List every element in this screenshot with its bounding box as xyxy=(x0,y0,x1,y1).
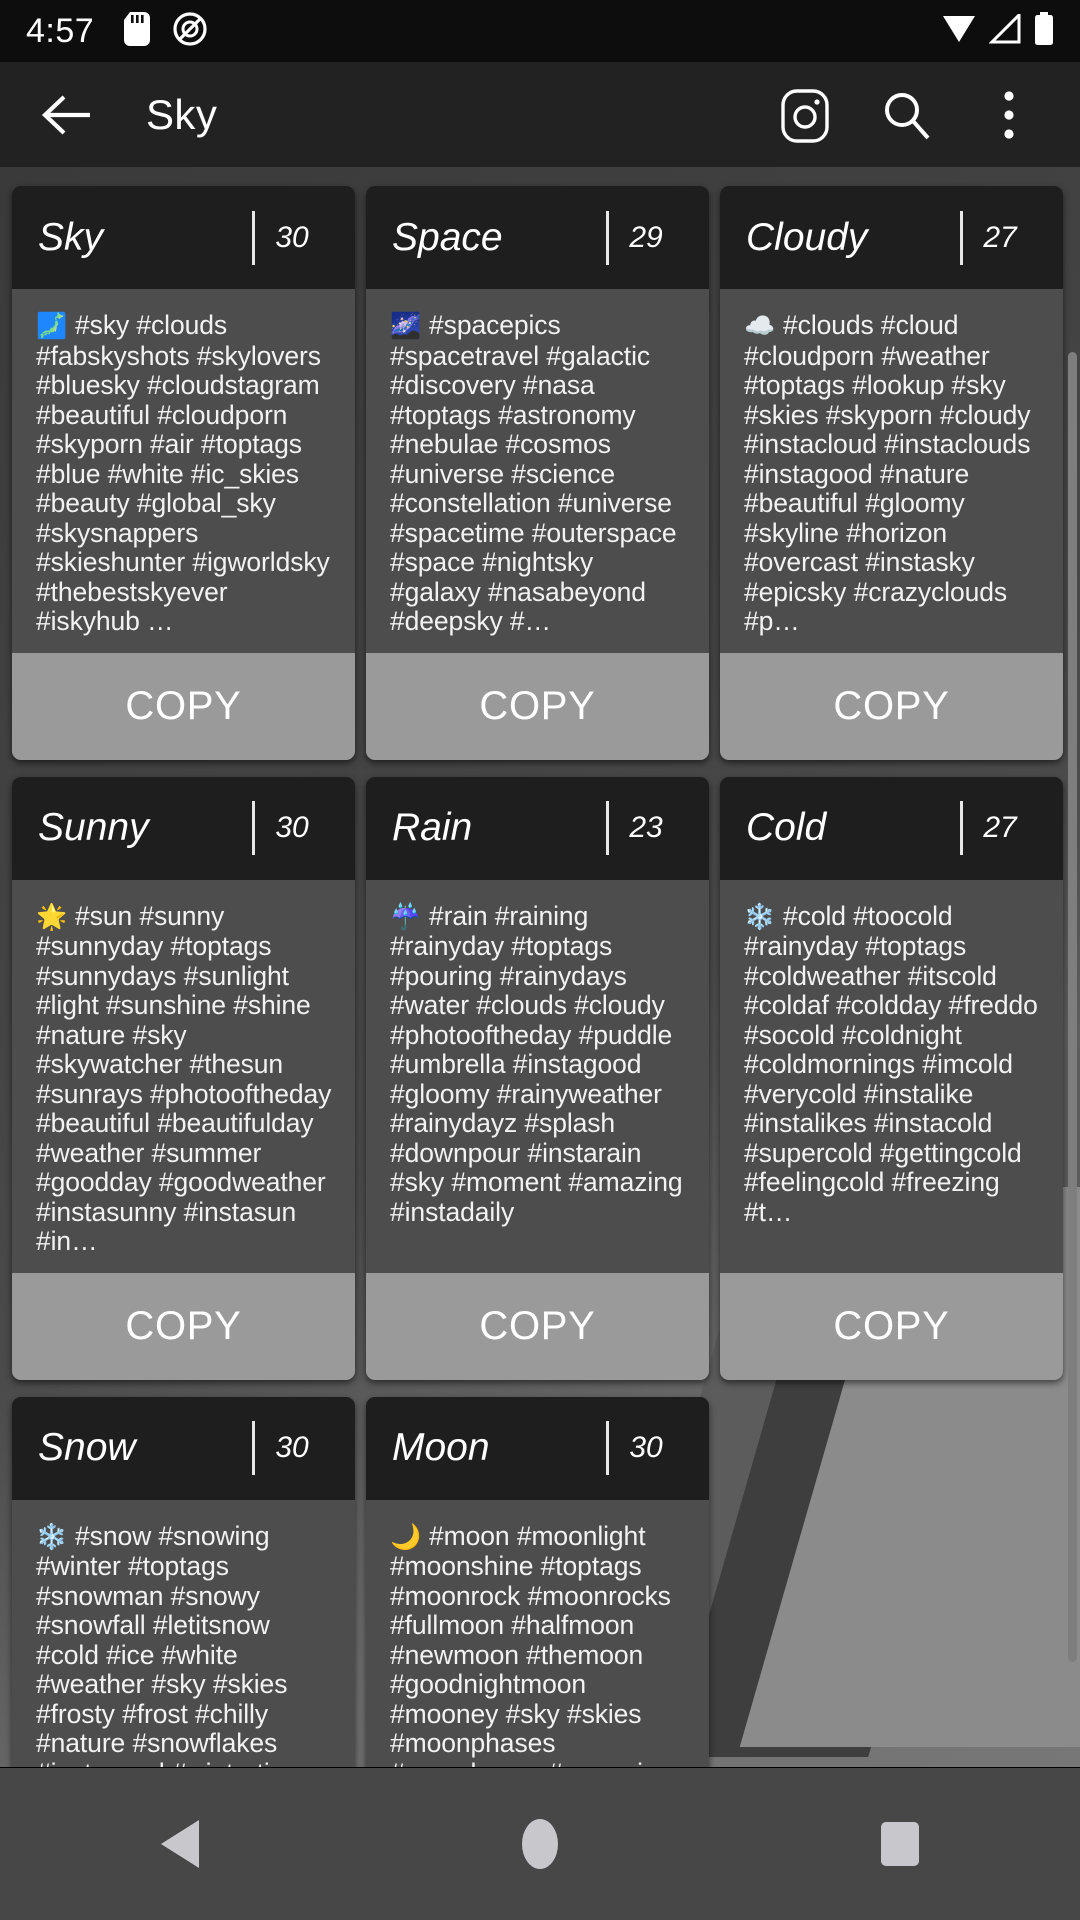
vertical-scrollbar[interactable] xyxy=(1068,352,1077,1662)
card-tags-text: #snow #snowing #winter #toptags #snowman… xyxy=(36,1520,306,1767)
hashtag-card[interactable]: Space 29 🌌 #spacepics #spacetravel #galacti… xyxy=(366,186,709,760)
search-icon[interactable] xyxy=(878,86,936,144)
cellular-signal-icon xyxy=(988,10,1021,49)
card-emoji-icon: 🌌 xyxy=(390,312,422,340)
card-title: Rain xyxy=(392,806,473,849)
do-not-disturb-icon xyxy=(172,11,208,52)
card-header: Cold 27 xyxy=(720,776,1063,880)
card-tags-text: #cold #toocold #rainyday #toptags #coldw… xyxy=(744,900,1038,1227)
card-count: 27 xyxy=(983,220,1017,254)
card-title: Sunny xyxy=(38,806,149,849)
home-circle-icon xyxy=(522,1819,558,1869)
hashtag-card[interactable]: Moon 30 🌙 #moon #moonlight #moonshine #topt… xyxy=(366,1396,709,1767)
card-grid: Sky 30 🗾 #sky #clouds #fabskyshots #skylove… xyxy=(0,177,1080,1767)
card-count: 30 xyxy=(275,811,309,844)
sd-card-icon xyxy=(124,11,151,51)
card-title: Cold xyxy=(746,806,827,849)
page-title: Sky xyxy=(146,90,218,138)
card-count: 30 xyxy=(275,220,309,254)
app-bar: Sky xyxy=(0,62,1080,167)
card-tags-text: #moon #moonlight #moonshine #toptags #mo… xyxy=(390,1520,671,1767)
back-arrow-icon xyxy=(41,94,90,135)
copy-button[interactable]: COPY xyxy=(366,1272,709,1380)
nav-recents-button[interactable] xyxy=(825,1768,975,1920)
hashtag-card[interactable]: Snow 30 ❄️ #snow #snowing #winter #toptags … xyxy=(12,1396,355,1767)
card-title: Moon xyxy=(392,1426,490,1469)
card-header: Rain 23 xyxy=(366,776,709,880)
system-nav-bar xyxy=(0,1768,1080,1920)
hashtag-card[interactable]: Sky 30 🗾 #sky #clouds #fabskyshots #skylove… xyxy=(12,186,355,760)
wifi-icon xyxy=(942,14,976,49)
copy-button[interactable]: COPY xyxy=(720,1272,1063,1380)
card-title: Sky xyxy=(38,215,104,259)
hashtag-card[interactable]: Cold 27 ❄️ #cold #toocold #rainyday #toptag… xyxy=(720,776,1063,1380)
card-emoji-icon: ❄️ xyxy=(36,1522,68,1551)
card-header: Sunny 30 xyxy=(12,776,355,880)
overflow-menu-icon[interactable] xyxy=(980,86,1038,144)
card-header: Sky 30 xyxy=(12,186,355,289)
back-button[interactable] xyxy=(30,78,104,152)
app-bar-actions xyxy=(776,86,1050,144)
hashtag-card[interactable]: Cloudy 27 ☁️ #clouds #cloud #cloudporn #wea… xyxy=(720,186,1063,760)
instagram-icon[interactable] xyxy=(776,86,834,144)
card-emoji-icon: ☁️ xyxy=(744,312,776,340)
nav-home-button[interactable] xyxy=(465,1768,615,1920)
back-triangle-icon xyxy=(161,1820,199,1868)
card-header: Space 29 xyxy=(366,186,709,289)
copy-button[interactable]: COPY xyxy=(366,652,709,760)
card-emoji-icon: 🌟 xyxy=(36,902,68,931)
card-count: 27 xyxy=(983,811,1017,844)
card-tags-text: #sky #clouds #fabskyshots #skylovers #bl… xyxy=(36,310,330,636)
card-tags[interactable]: 🗾 #sky #clouds #fabskyshots #skylovers #b… xyxy=(12,289,355,653)
card-emoji-icon: ☔ xyxy=(390,902,422,931)
card-tags[interactable]: ❄️ #cold #toocold #rainyday #toptags #col… xyxy=(720,879,1063,1273)
card-tags[interactable]: ☁️ #clouds #cloud #cloudporn #weather #to… xyxy=(720,289,1063,653)
card-emoji-icon: ❄️ xyxy=(744,902,776,931)
card-title: Cloudy xyxy=(746,215,868,259)
hashtag-list[interactable]: Sky 30 🗾 #sky #clouds #fabskyshots #skylove… xyxy=(0,167,1080,1767)
status-bar: 4:57 xyxy=(0,0,1080,62)
recents-square-icon xyxy=(881,1822,919,1866)
card-emoji-icon: 🌙 xyxy=(390,1522,422,1551)
hashtag-card[interactable]: Rain 23 ☔ #rain #raining #rainyday #toptags… xyxy=(366,776,709,1380)
copy-button[interactable]: COPY xyxy=(720,652,1063,760)
card-tags[interactable]: 🌌 #spacepics #spacetravel #galactic #disc… xyxy=(366,289,709,653)
copy-button[interactable]: COPY xyxy=(12,1272,355,1380)
status-right-icons xyxy=(942,10,1054,51)
card-emoji-icon: 🗾 xyxy=(36,312,68,340)
card-header: Snow 30 xyxy=(12,1396,355,1500)
card-tags[interactable]: 🌟 #sun #sunny #sunnyday #toptags #sunnyda… xyxy=(12,879,355,1273)
card-count: 30 xyxy=(275,1431,309,1464)
card-header: Cloudy 27 xyxy=(720,186,1063,289)
status-left-icons xyxy=(124,11,208,52)
card-tags[interactable]: ☔ #rain #raining #rainyday #toptags #pour… xyxy=(366,879,709,1273)
card-count: 30 xyxy=(629,1431,663,1464)
card-tags-text: #sun #sunny #sunnyday #toptags #sunnyday… xyxy=(36,900,332,1256)
card-tags-text: #spacepics #spacetravel #galactic #disco… xyxy=(390,310,677,636)
status-clock: 4:57 xyxy=(26,11,95,50)
hashtag-card[interactable]: Sunny 30 🌟 #sun #sunny #sunnyday #toptags #… xyxy=(12,776,355,1380)
card-title: Snow xyxy=(38,1426,136,1469)
card-tags[interactable]: 🌙 #moon #moonlight #moonshine #toptags #m… xyxy=(366,1499,709,1767)
copy-button[interactable]: COPY xyxy=(12,652,355,760)
card-tags-text: #clouds #cloud #cloudporn #weather #topt… xyxy=(744,310,1031,636)
battery-icon xyxy=(1034,11,1054,51)
nav-back-button[interactable] xyxy=(105,1768,255,1920)
card-tags[interactable]: ❄️ #snow #snowing #winter #toptags #snowm… xyxy=(12,1499,355,1767)
card-count: 29 xyxy=(629,220,663,254)
card-tags-text: #rain #raining #rainyday #toptags #pouri… xyxy=(390,900,683,1227)
card-count: 23 xyxy=(629,811,663,844)
card-header: Moon 30 xyxy=(366,1396,709,1500)
card-title: Space xyxy=(392,215,503,259)
